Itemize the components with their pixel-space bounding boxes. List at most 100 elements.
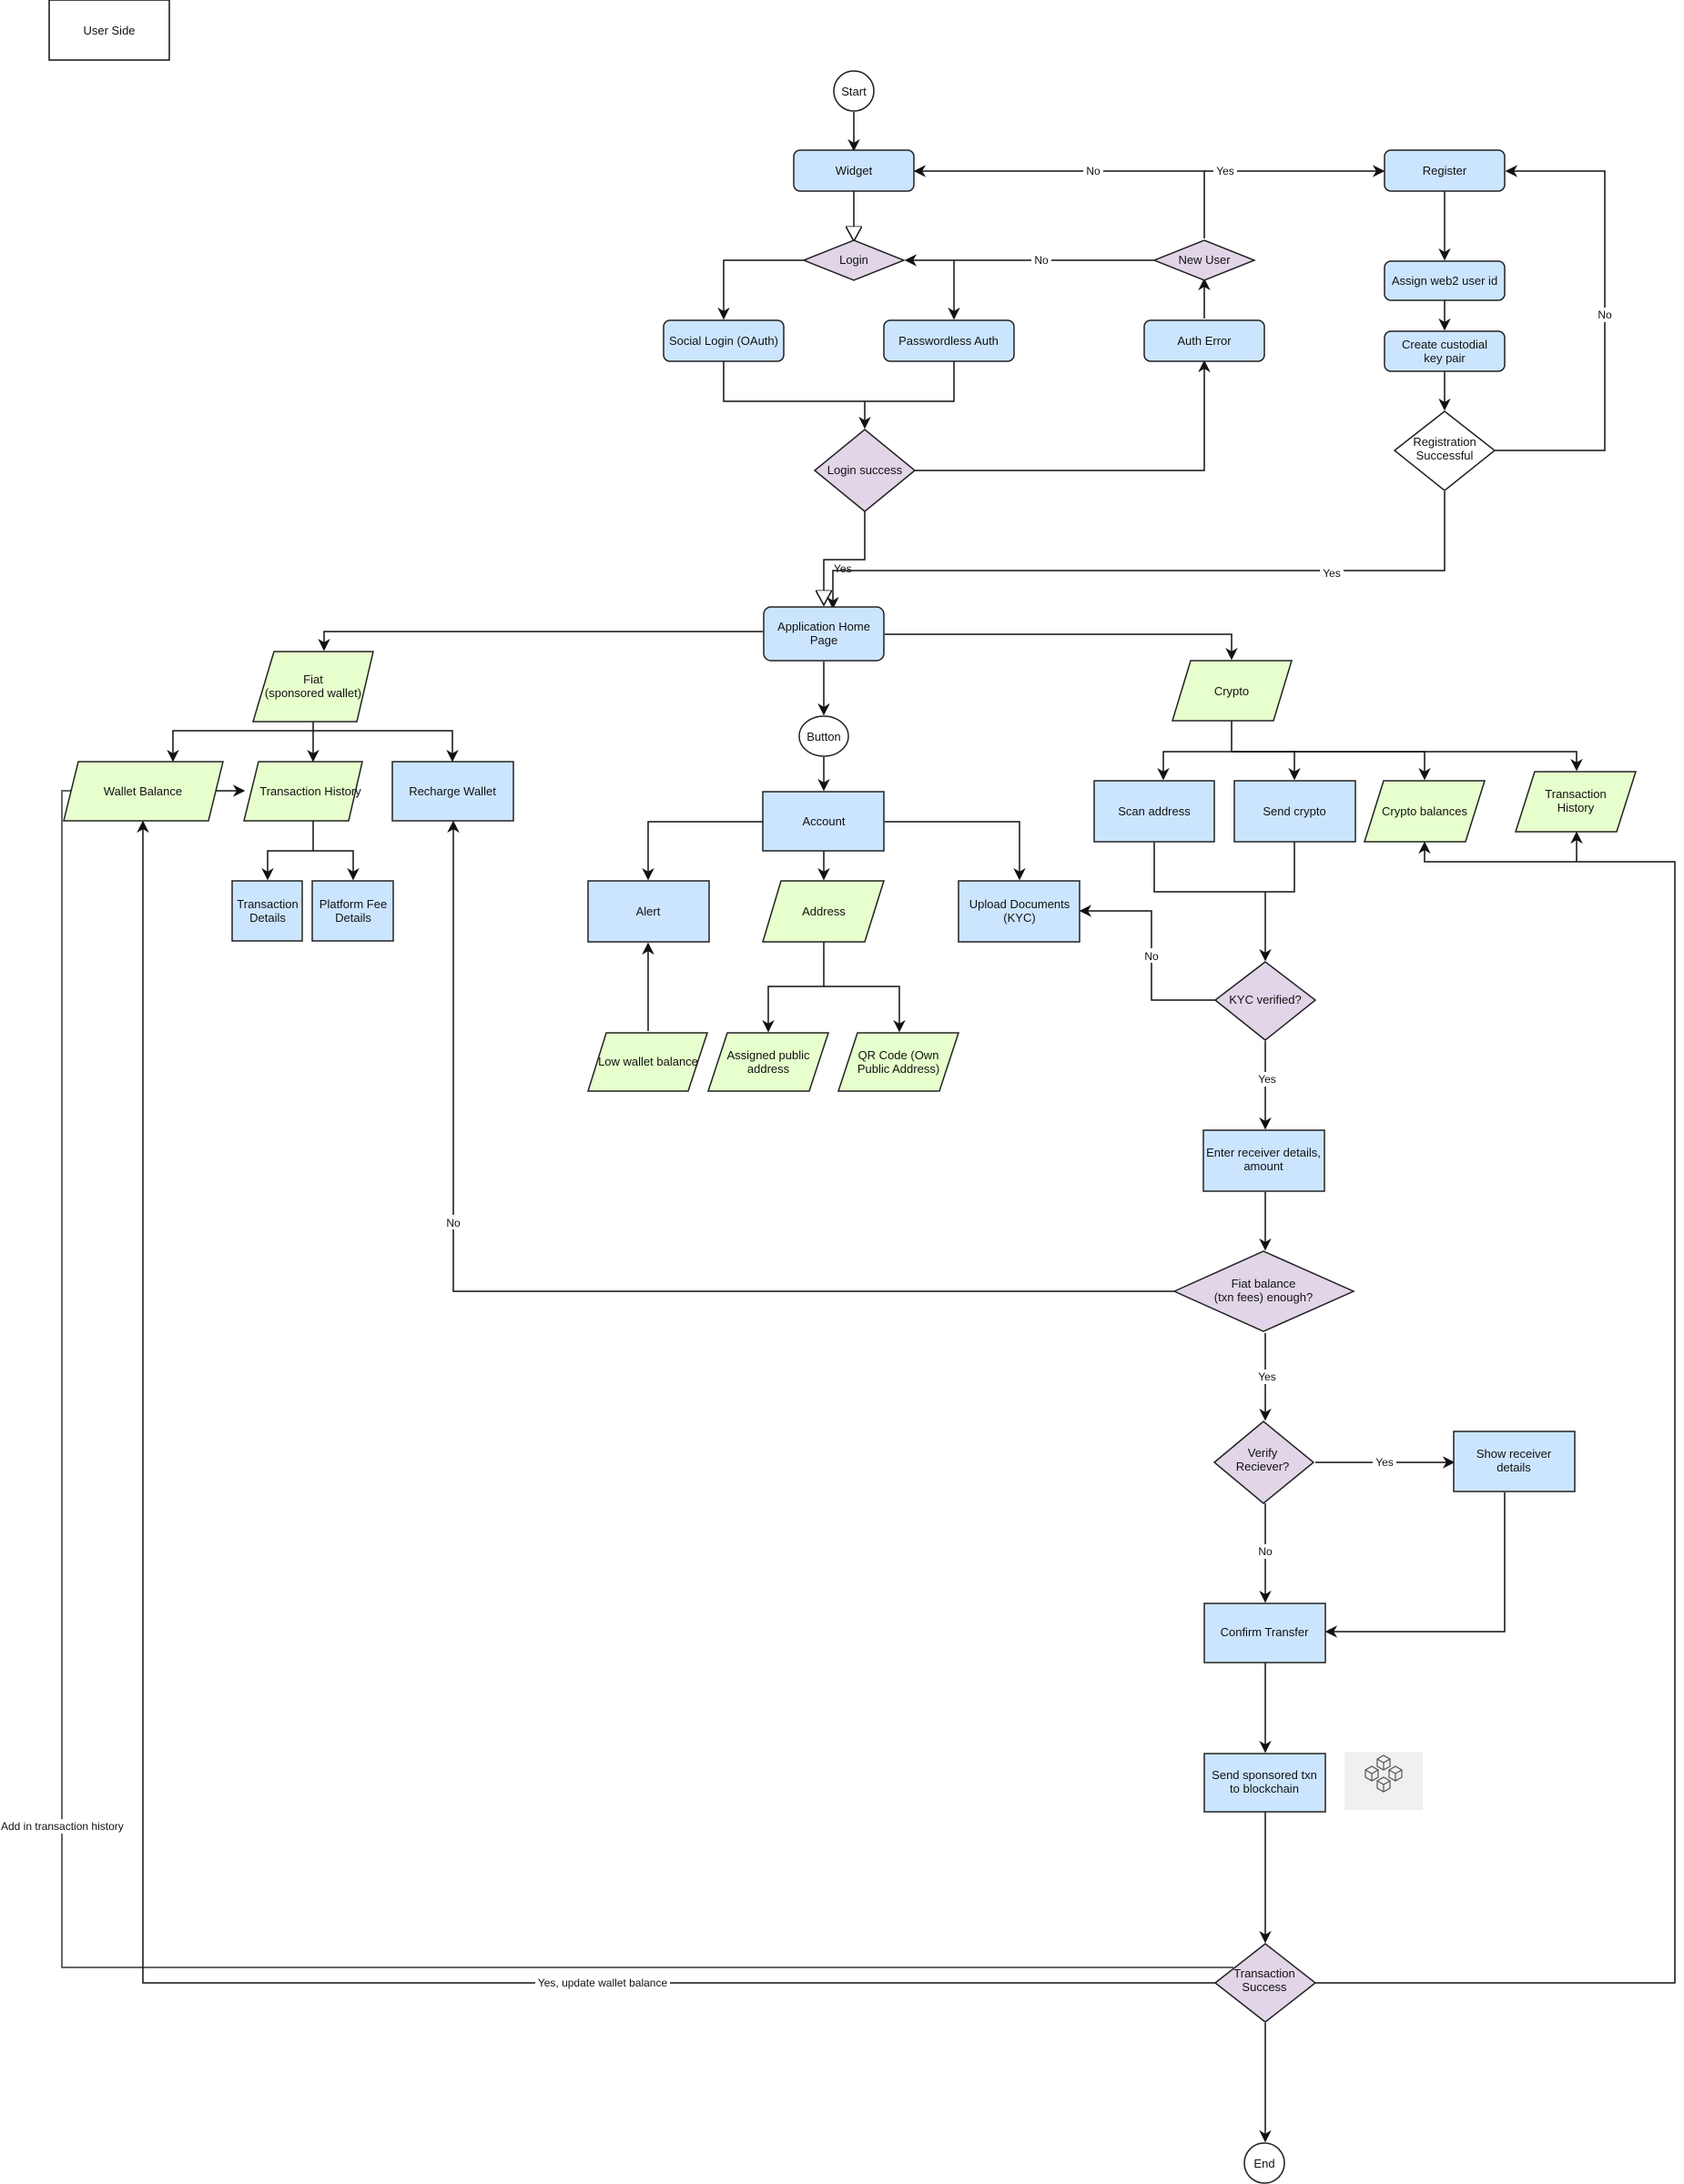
svg-text:Show receiver: Show receiver xyxy=(1476,1447,1552,1461)
node-login-success[interactable]: Login success xyxy=(813,429,917,512)
blockchain-cubes-icon xyxy=(1344,1752,1423,1810)
flowchart: No Yes No No Yes Yes No Yes No Yes Yes N… xyxy=(0,0,1676,2184)
node-verify-receiver[interactable]: Verify Reciever? xyxy=(1212,1421,1315,1504)
node-start[interactable]: Start xyxy=(833,70,875,112)
svg-text:Send crypto: Send crypto xyxy=(1263,804,1325,818)
node-alert[interactable]: Alert xyxy=(587,880,710,943)
svg-text:End: End xyxy=(1253,2157,1274,2170)
svg-text:Low wallet balance: Low wallet balance xyxy=(598,1055,698,1068)
svg-text:Account: Account xyxy=(803,814,846,828)
svg-text:Platform Fee: Platform Fee xyxy=(320,897,387,911)
node-platform-fee-details[interactable]: Platform Fee Details xyxy=(311,880,394,942)
edge-label-reg-yes: Yes xyxy=(1323,567,1341,580)
node-assign-user-id[interactable]: Assign web2 user id xyxy=(1384,260,1506,301)
svg-text:Details: Details xyxy=(249,911,286,925)
node-button[interactable]: Button xyxy=(798,715,849,757)
edge-regsuccess-yes-home xyxy=(827,491,1446,610)
svg-text:Transaction History: Transaction History xyxy=(259,784,361,798)
edge-label-newuser-yes: Yes xyxy=(1216,165,1234,177)
node-send-crypto[interactable]: Send crypto xyxy=(1233,780,1356,843)
svg-text:Success: Success xyxy=(1242,1980,1287,1994)
edge-fiat-recharge xyxy=(313,730,459,763)
node-social-login[interactable]: Social Login (OAuth) xyxy=(663,319,785,362)
svg-text:Alert: Alert xyxy=(636,905,661,918)
edge-label-newuser-no: No xyxy=(1086,165,1101,177)
edge-fiat-walletbalance xyxy=(167,722,314,763)
edge-scan-send-join xyxy=(1153,842,1295,893)
edge-crypto-scan xyxy=(1157,721,1233,781)
svg-text:Upload Documents: Upload Documents xyxy=(969,897,1070,911)
svg-text:Widget: Widget xyxy=(836,164,873,177)
svg-text:Start: Start xyxy=(841,85,867,98)
node-auth-error[interactable]: Auth Error xyxy=(1143,319,1265,362)
svg-text:address: address xyxy=(747,1062,790,1076)
node-crypto-balances[interactable]: Crypto balances xyxy=(1363,780,1486,843)
node-confirm-transfer[interactable]: Confirm Transfer xyxy=(1203,1603,1326,1663)
node-crypto[interactable]: Crypto xyxy=(1171,660,1293,722)
svg-text:Page: Page xyxy=(810,633,837,647)
node-address[interactable]: Address xyxy=(761,880,886,943)
edge-home-crypto xyxy=(885,633,1238,661)
node-low-wallet-balance[interactable]: Low wallet balance xyxy=(586,1032,709,1092)
node-passwordless-auth[interactable]: Passwordless Auth xyxy=(883,319,1015,362)
node-register[interactable]: Register xyxy=(1384,149,1506,192)
edge-show-confirm xyxy=(1324,1492,1506,1638)
node-login[interactable]: Login xyxy=(801,239,907,281)
svg-text:Transaction: Transaction xyxy=(1233,1967,1294,1980)
svg-text:QR Code (Own: QR Code (Own xyxy=(858,1048,939,1062)
svg-text:New User: New User xyxy=(1178,253,1231,267)
svg-text:Application Home: Application Home xyxy=(777,620,870,633)
edge-login-social xyxy=(717,259,804,320)
node-send-sponsored-txn[interactable]: Send sponsored txn to blockchain xyxy=(1203,1753,1326,1813)
svg-text:Successful: Successful xyxy=(1416,449,1474,462)
node-recharge-wallet[interactable]: Recharge Wallet xyxy=(391,761,514,822)
title-box-label: User Side xyxy=(83,24,135,37)
node-end[interactable]: End xyxy=(1243,2142,1285,2184)
node-new-user[interactable]: New User xyxy=(1151,239,1257,281)
svg-text:Confirm Transfer: Confirm Transfer xyxy=(1221,1625,1309,1639)
svg-text:(KYC): (KYC) xyxy=(1003,911,1035,925)
edge-label-reg-no: No xyxy=(1598,308,1612,321)
edge-account-upload xyxy=(885,821,1026,881)
edge-newuser-widget xyxy=(913,165,1205,238)
edge-address-qr xyxy=(824,986,906,1033)
svg-text:Login: Login xyxy=(839,253,868,267)
node-registration-successful[interactable]: Registration Successful xyxy=(1393,410,1496,491)
edge-loginsuccess-home xyxy=(824,511,866,605)
node-qr-code[interactable]: QR Code (Own Public Address) xyxy=(837,1032,960,1092)
node-fiat-balance-enough[interactable]: Fiat balance (txn fees) enough? xyxy=(1172,1250,1355,1332)
svg-text:Fiat balance: Fiat balance xyxy=(1232,1277,1296,1290)
node-transaction-history-crypto[interactable]: Transaction History xyxy=(1514,771,1638,833)
node-enter-receiver-details[interactable]: Enter receiver details, amount xyxy=(1202,1129,1325,1192)
edge-regsuccess-no-register xyxy=(1495,165,1606,451)
node-widget[interactable]: Widget xyxy=(793,149,915,192)
svg-text:(sponsored wallet): (sponsored wallet) xyxy=(265,686,361,700)
node-wallet-balance[interactable]: Wallet Balance xyxy=(63,761,224,822)
node-transaction-history-fiat[interactable]: Transaction History xyxy=(243,761,363,822)
svg-text:Crypto: Crypto xyxy=(1214,684,1249,698)
svg-text:Assigned public: Assigned public xyxy=(726,1048,810,1062)
node-application-home[interactable]: Application Home Page xyxy=(763,606,885,662)
svg-text:Scan address: Scan address xyxy=(1118,804,1191,818)
node-scan-address[interactable]: Scan address xyxy=(1093,780,1215,843)
node-show-receiver-details[interactable]: Show receiver details xyxy=(1453,1431,1576,1492)
node-assigned-public-address[interactable]: Assigned public address xyxy=(706,1032,830,1092)
edge-label-update-balance: Yes, update wallet balance xyxy=(538,1977,668,1989)
svg-text:amount: amount xyxy=(1243,1159,1283,1173)
edge-social-passwordless-join xyxy=(723,361,955,402)
node-create-custodial[interactable]: Create custodial key pair xyxy=(1384,330,1506,372)
node-transaction-details[interactable]: Transaction Details xyxy=(231,880,303,942)
edge-label-kyc-yes: Yes xyxy=(1258,1073,1276,1086)
edge-txnhistory-details xyxy=(261,821,314,881)
node-upload-documents[interactable]: Upload Documents (KYC) xyxy=(958,880,1080,943)
svg-text:Public Address): Public Address) xyxy=(857,1062,939,1076)
node-fiat[interactable]: Fiat (sponsored wallet) xyxy=(251,651,374,723)
svg-text:Send sponsored txn: Send sponsored txn xyxy=(1212,1768,1317,1782)
svg-text:Transaction: Transaction xyxy=(237,897,298,911)
edge-label-verify-yes: Yes xyxy=(1375,1456,1394,1469)
svg-text:Passwordless Auth: Passwordless Auth xyxy=(898,334,999,348)
edge-address-assigned xyxy=(762,941,825,1033)
node-account[interactable]: Account xyxy=(762,791,885,852)
node-transaction-success[interactable]: Transaction Success xyxy=(1213,1943,1317,2023)
node-kyc-verified[interactable]: KYC verified? xyxy=(1213,961,1317,1041)
